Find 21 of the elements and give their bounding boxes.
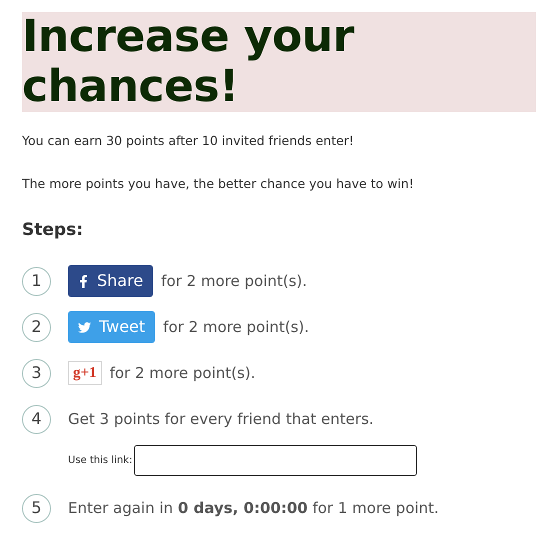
- steps-heading: Steps:: [22, 218, 84, 242]
- bird-icon: [78, 320, 91, 334]
- share-button[interactable]: Share: [68, 265, 154, 297]
- step-text: for 2 more point(s).: [161, 270, 308, 292]
- tweet-button[interactable]: Tweet: [68, 311, 156, 343]
- info-text: You can earn 30 points after 10 invited friends enter!: [22, 132, 355, 150]
- step-text: Get 3 points for every friend that enters.: [68, 408, 374, 430]
- step-number: 2: [22, 312, 51, 342]
- step-text: for 2 more point(s).: [163, 316, 310, 338]
- step-number: 4: [22, 404, 51, 434]
- link-label: Use this link:: [68, 454, 132, 468]
- plus-one-button[interactable]: g+1: [68, 361, 102, 385]
- step-number: 3: [22, 358, 51, 388]
- page-title: Increase your chances!: [22, 12, 536, 112]
- info-text: The more points you have, the better chance you have to win!: [22, 174, 415, 193]
- step-text: for 2 more point(s).: [110, 362, 256, 384]
- step-text: Enter again in 0 days, 0:00:00 for 1 more point.: [68, 498, 439, 519]
- step-number: 1: [22, 266, 51, 296]
- facebook-icon: [78, 274, 89, 288]
- step-number: 5: [22, 494, 51, 522]
- link-field[interactable]: [134, 445, 418, 476]
